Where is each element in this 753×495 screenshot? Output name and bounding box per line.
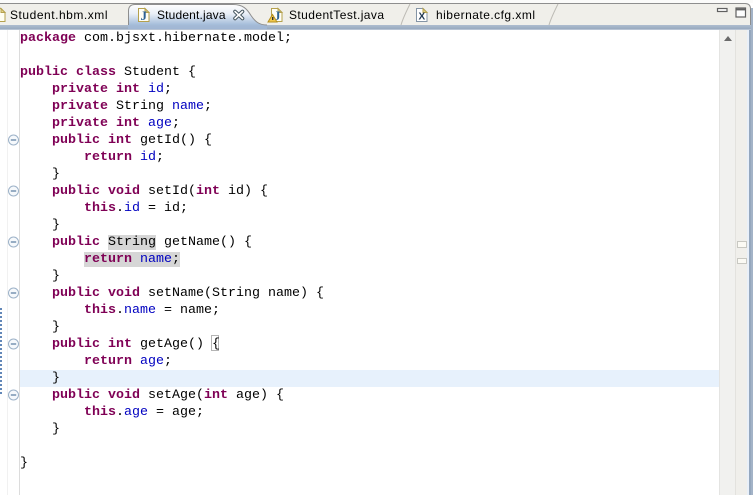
svg-text:StudentTest.java: StudentTest.java: [289, 8, 384, 22]
svg-text:J: J: [141, 8, 148, 23]
svg-text:hibernate.cfg.xml: hibernate.cfg.xml: [436, 8, 535, 22]
svg-text:X: X: [418, 12, 425, 23]
svg-text:Student.hbm.xml: Student.hbm.xml: [10, 8, 108, 22]
svg-text:Student.java: Student.java: [157, 8, 226, 22]
